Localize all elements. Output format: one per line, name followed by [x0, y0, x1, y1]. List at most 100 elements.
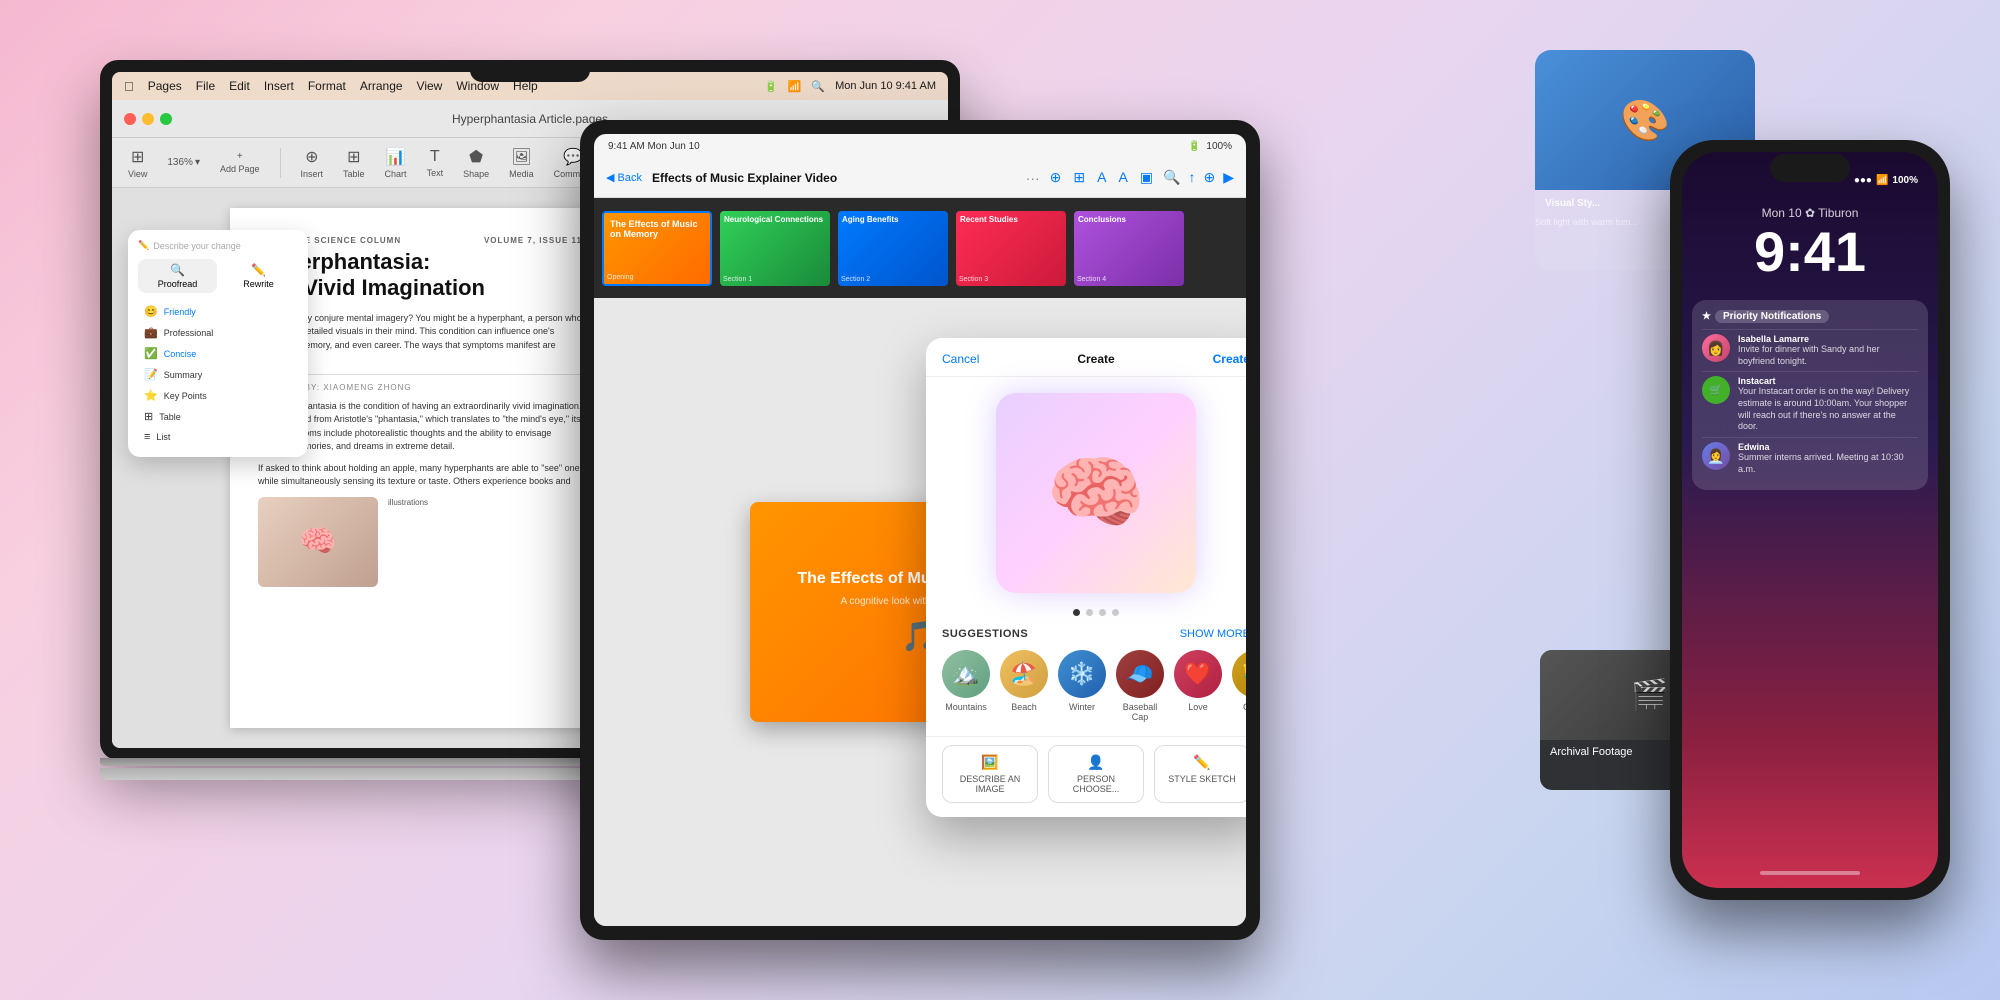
- ai-option-list[interactable]: ≡ List: [138, 427, 298, 447]
- crown-icon: 👑: [1232, 650, 1246, 698]
- suggestion-baseball-cap[interactable]: 🧢 Baseball Cap: [1116, 650, 1164, 722]
- menubar-app[interactable]: Pages: [148, 79, 182, 93]
- ipad-battery-pct: 100%: [1206, 141, 1232, 152]
- back-button[interactable]: ◀ Back: [606, 171, 642, 184]
- toolbar-media[interactable]: 🖼 Media: [509, 147, 534, 179]
- iphone-battery-icon: 100%: [1892, 175, 1918, 186]
- slide-2-content: Neurological Connections: [720, 211, 830, 228]
- isabella-sender: Isabella Lamarre: [1738, 334, 1918, 344]
- iphone-notifications: ★ Priority Notifications 👩 Isabella Lama…: [1682, 290, 1938, 858]
- sketch-label: STYLE SKETCH: [1168, 774, 1236, 784]
- edwina-avatar: 👩‍💼: [1702, 442, 1730, 470]
- ai-writing-panel: ✏️ Describe your change 🔍 Proofread ✏️: [128, 230, 308, 457]
- slide-thumb-1[interactable]: The Effects of Music on Memory Opening: [602, 211, 712, 286]
- ipad-status-icons: 🔋 100%: [1188, 141, 1232, 152]
- suggestions-label: SUGGESTIONS: [942, 628, 1028, 640]
- dialog-cancel-button[interactable]: Cancel: [942, 352, 979, 366]
- share-nav-icon[interactable]: ↑: [1188, 169, 1195, 186]
- menubar-file[interactable]: File: [196, 79, 215, 93]
- dialog-header: Cancel Create Create: [926, 338, 1246, 377]
- right-navbar-icons: 🔍 ↑ ⊕ ▶: [1163, 169, 1234, 186]
- edwina-message: Summer interns arrived. Meeting at 10:30…: [1738, 452, 1918, 475]
- isabella-avatar: 👩: [1702, 334, 1730, 362]
- menubar-format[interactable]: Format: [308, 79, 346, 93]
- ai-panel-tabs: 🔍 Proofread ✏️ Rewrite: [138, 259, 298, 293]
- toolbar-insert[interactable]: ⊕ Insert: [301, 147, 324, 179]
- ai-option-table[interactable]: ⊞ Table: [138, 406, 298, 427]
- toolbar-shape[interactable]: ⬟ Shape: [463, 147, 489, 179]
- nav-icon-5[interactable]: ▣: [1140, 169, 1153, 186]
- iphone-status-icons: ●●● 📶 100%: [1854, 175, 1918, 186]
- notification-instacart[interactable]: 🛒 Instacart Your Instacart order is on t…: [1702, 371, 1918, 437]
- suggestions-grid: 🏔️ Mountains 🏖️ Beach ❄️: [942, 650, 1246, 722]
- toolbar-view[interactable]: ⊞ View: [128, 147, 147, 179]
- dynamic-island: [1770, 154, 1850, 182]
- person-choose-action[interactable]: 👤 PERSON CHOOSE...: [1048, 745, 1144, 803]
- menubar-arrange[interactable]: Arrange: [360, 79, 403, 93]
- dialog-suggestions: SUGGESTIONS SHOW MORE 🏔️ Mountains: [926, 628, 1246, 722]
- slide-thumb-5[interactable]: Conclusions Section 4: [1074, 211, 1184, 286]
- baseball-cap-label: Baseball Cap: [1116, 702, 1164, 722]
- ai-option-friendly[interactable]: 😊 Friendly: [138, 301, 298, 322]
- nav-icon-2[interactable]: ⊞: [1073, 169, 1085, 186]
- slide-2-label: Section 1: [723, 276, 752, 283]
- ai-tab-proofread[interactable]: 🔍 Proofread: [138, 259, 217, 293]
- ai-tab-rewrite[interactable]: ✏️ Rewrite: [219, 259, 298, 293]
- slide-5-label: Section 4: [1077, 276, 1106, 283]
- suggestion-love[interactable]: ❤️ Love: [1174, 650, 1222, 722]
- love-label: Love: [1188, 702, 1208, 712]
- suggestion-mountains[interactable]: 🏔️ Mountains: [942, 650, 990, 722]
- menubar-edit[interactable]: Edit: [229, 79, 250, 93]
- dialog-create-button[interactable]: Create: [1213, 352, 1246, 366]
- ipad-doc-title: Effects of Music Explainer Video: [652, 171, 1016, 185]
- menubar-search[interactable]: 🔍: [811, 80, 825, 93]
- more-nav-icon[interactable]: ⊕: [1203, 169, 1215, 186]
- notification-group-header: ★ Priority Notifications: [1702, 310, 1918, 323]
- style-sketch-action[interactable]: ✏️ STYLE SKETCH: [1154, 745, 1246, 803]
- present-nav-icon[interactable]: ▶: [1223, 169, 1234, 186]
- ai-panel-placeholder[interactable]: Describe your change: [153, 241, 241, 251]
- toolbar-table[interactable]: ⊞ Table: [343, 147, 365, 179]
- image-generation-dialog: Cancel Create Create 🧠: [926, 338, 1246, 817]
- winter-label: Winter: [1069, 702, 1095, 712]
- notification-edwina[interactable]: 👩‍💼 Edwina Summer interns arrived. Meeti…: [1702, 437, 1918, 479]
- search-nav-icon[interactable]: 🔍: [1163, 169, 1180, 186]
- toolbar-chart[interactable]: 📊 Chart: [385, 147, 407, 179]
- menubar-battery: 🔋: [764, 80, 778, 93]
- show-more-button[interactable]: SHOW MORE: [1180, 628, 1246, 640]
- ai-option-key-points[interactable]: ⭐ Key Points: [138, 385, 298, 406]
- ai-option-professional[interactable]: 💼 Professional: [138, 322, 298, 343]
- fullscreen-button[interactable]: [160, 113, 172, 125]
- slide-thumb-4[interactable]: Recent Studies Section 3: [956, 211, 1066, 286]
- nav-icon-1[interactable]: ⊕: [1050, 169, 1062, 186]
- more-options-icon[interactable]: ···: [1026, 170, 1040, 186]
- close-button[interactable]: [124, 113, 136, 125]
- ai-option-summary[interactable]: 📝 Summary: [138, 364, 298, 385]
- menubar-view[interactable]: View: [417, 79, 443, 93]
- apple-icon[interactable]: : [124, 79, 134, 94]
- toolbar-zoom[interactable]: 136%▾: [167, 157, 200, 168]
- iphone-screen: ●●● 📶 100% Mon 10 ✿ Tiburon 9:41 ★ Prior…: [1682, 152, 1938, 888]
- iphone-signal-icon: ●●●: [1854, 175, 1872, 186]
- nav-icon-3[interactable]: A: [1097, 169, 1106, 186]
- toolbar-text[interactable]: T Text: [427, 148, 444, 178]
- slide-thumb-2[interactable]: Neurological Connections Section 1: [720, 211, 830, 286]
- minimize-button[interactable]: [142, 113, 154, 125]
- suggestion-beach[interactable]: 🏖️ Beach: [1000, 650, 1048, 722]
- slide-4-label: Section 3: [959, 276, 988, 283]
- priority-badge: Priority Notifications: [1715, 310, 1829, 323]
- traffic-lights: [124, 113, 172, 125]
- slide-thumb-3[interactable]: Aging Benefits Section 2: [838, 211, 948, 286]
- suggestion-winter[interactable]: ❄️ Winter: [1058, 650, 1106, 722]
- menubar-insert[interactable]: Insert: [264, 79, 294, 93]
- notification-isabella[interactable]: 👩 Isabella Lamarre Invite for dinner wit…: [1702, 329, 1918, 371]
- toolbar-add-page[interactable]: + Add Page: [220, 151, 260, 174]
- lockscreen-content: ●●● 📶 100% Mon 10 ✿ Tiburon 9:41 ★ Prior…: [1682, 152, 1938, 888]
- isabella-message: Invite for dinner with Sandy and her boy…: [1738, 344, 1918, 367]
- nav-icon-4[interactable]: A: [1118, 169, 1127, 186]
- ai-option-concise[interactable]: ✅ Concise: [138, 343, 298, 364]
- menubar-left:  Pages File Edit Insert Format Arrange …: [124, 79, 538, 94]
- priority-notification-group: ★ Priority Notifications 👩 Isabella Lama…: [1692, 300, 1928, 490]
- suggestion-crown[interactable]: 👑 Crown: [1232, 650, 1246, 722]
- describe-image-action[interactable]: 🖼️ DESCRIBE AN IMAGE: [942, 745, 1038, 803]
